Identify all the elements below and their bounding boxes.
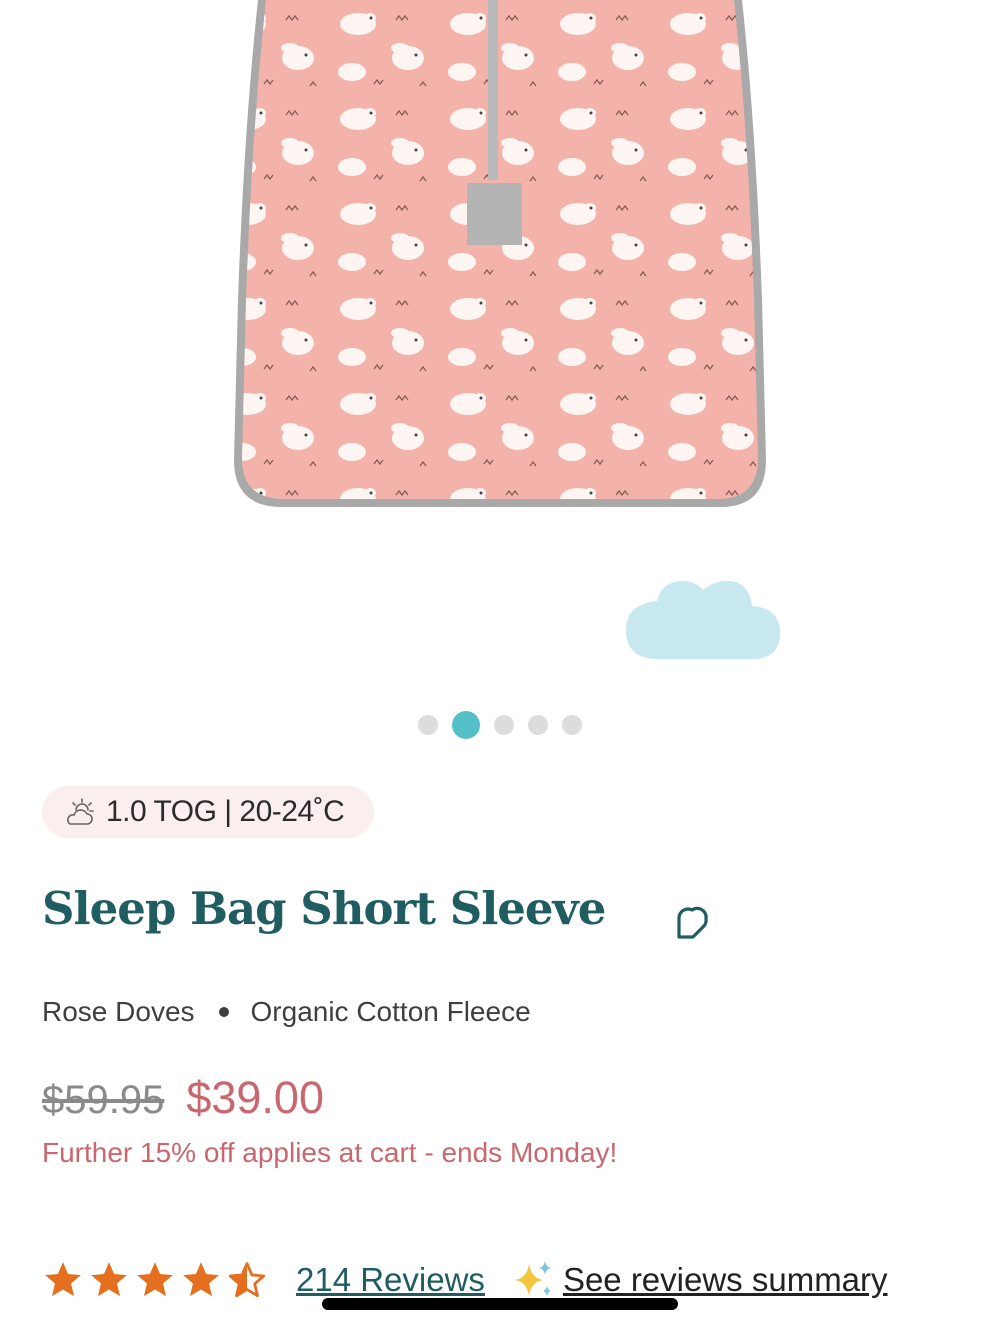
cloud-sun-icon — [62, 793, 100, 831]
carousel-dot[interactable] — [494, 715, 514, 735]
reviews-count-link[interactable]: 214 Reviews — [296, 1261, 485, 1299]
heart-outline-icon — [677, 906, 708, 939]
reviews-summary-link[interactable]: See reviews summary — [563, 1261, 888, 1299]
cloud-decoration — [626, 581, 780, 659]
star-full-icon — [45, 1262, 81, 1297]
product-image — [234, 0, 780, 659]
fabric-name: Organic Cotton Fleece — [250, 996, 531, 1027]
tog-label: 1.0 TOG | 20-24˚C — [106, 795, 345, 828]
promo-message: Further 15% off applies at cart - ends M… — [42, 1137, 618, 1168]
star-half-icon — [228, 1262, 266, 1298]
carousel-dot-active[interactable] — [452, 711, 480, 739]
sparkle-icon — [514, 1261, 551, 1296]
home-indicator[interactable] — [322, 1298, 678, 1310]
original-price: $59.95 — [42, 1078, 165, 1122]
product-image-carousel[interactable] — [0, 0, 1000, 700]
wishlist-button[interactable] — [668, 898, 716, 946]
price-block: $59.95 $39.00 — [42, 1072, 324, 1124]
product-attributes: Rose Doves Organic Cotton Fleece — [42, 996, 531, 1028]
star-full-icon — [91, 1262, 127, 1297]
star-full-icon — [137, 1262, 173, 1297]
sale-price: $39.00 — [186, 1072, 324, 1123]
rating-row: 214 Reviews See reviews summary — [42, 1258, 888, 1302]
bullet-separator — [218, 1007, 229, 1017]
star-rating[interactable] — [42, 1259, 268, 1301]
tog-rating-badge: 1.0 TOG | 20-24˚C — [42, 786, 374, 838]
product-title: Sleep Bag Short Sleeve — [42, 882, 606, 935]
print-name: Rose Doves — [42, 996, 195, 1027]
carousel-indicator — [0, 710, 1000, 740]
carousel-dot[interactable] — [562, 715, 582, 735]
star-full-icon — [183, 1262, 219, 1297]
carousel-dot[interactable] — [418, 715, 438, 735]
carousel-dot[interactable] — [528, 715, 548, 735]
